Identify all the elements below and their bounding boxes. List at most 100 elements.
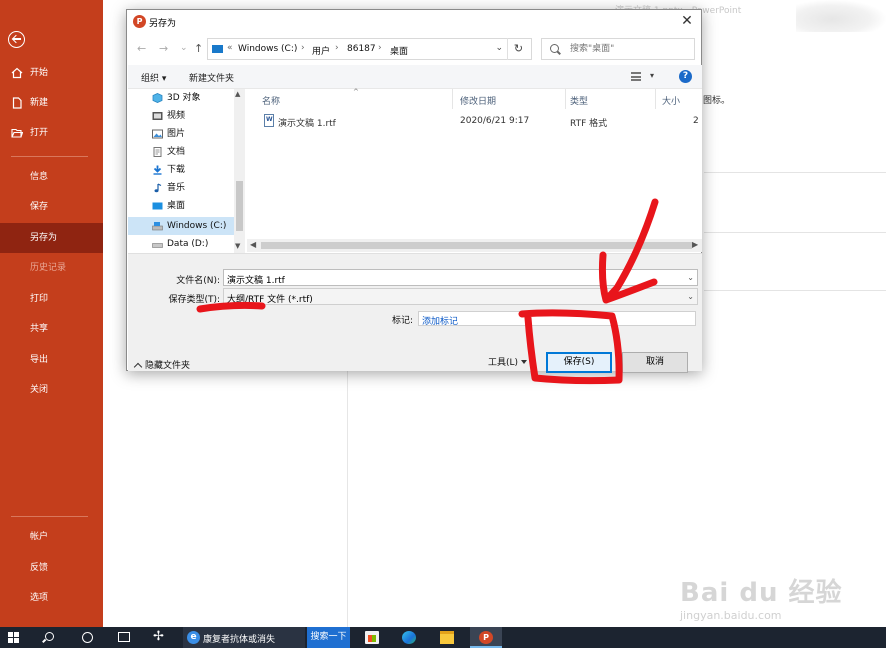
file-type: RTF 格式	[570, 119, 608, 129]
desktop-icon	[152, 202, 163, 210]
chevron-up-icon	[133, 362, 143, 372]
scroll-right-icon[interactable]: ▶	[692, 240, 698, 249]
navigation-bar: ← → ⌄ ↑ « Windows (C:) › 用户 › 86187 › 桌面…	[127, 36, 701, 62]
view-dropdown[interactable]: ▾	[650, 71, 654, 80]
hide-folders-toggle[interactable]: 隐藏文件夹	[133, 358, 190, 372]
file-list: ^ 名称 修改日期 类型 大小 演示文稿 1.rtf 2020/6/21 9:1…	[247, 88, 702, 239]
sidebar-item-label: 打开	[30, 128, 49, 138]
fan-icon[interactable]: ✢	[153, 630, 164, 644]
sidebar-item-label: 反馈	[30, 563, 49, 573]
chevron-down-icon[interactable]: ⌄	[495, 43, 503, 53]
computer-icon	[212, 45, 223, 53]
cancel-button[interactable]: 取消	[622, 352, 688, 373]
sidebar-item-history: 历史记录	[0, 253, 103, 283]
file-explorer-icon[interactable]	[440, 631, 454, 644]
address-segment[interactable]: 86187	[347, 44, 376, 54]
forward-button[interactable]: →	[159, 42, 168, 55]
tags-input[interactable]: 添加标记	[418, 311, 696, 327]
tree-item-label: Data (D:)	[167, 239, 209, 249]
column-header-size[interactable]: 大小	[662, 94, 680, 107]
address-segment[interactable]: 用户	[312, 44, 330, 57]
column-separator[interactable]	[565, 89, 566, 109]
column-header-name[interactable]: 名称	[262, 94, 280, 107]
address-overflow[interactable]: «	[227, 43, 233, 53]
scroll-thumb[interactable]	[261, 242, 692, 249]
help-icon[interactable]: ?	[679, 70, 692, 83]
search-box[interactable]	[541, 38, 695, 60]
sidebar-item-info[interactable]: 信息	[0, 162, 103, 192]
close-icon[interactable]: ✕	[679, 13, 695, 29]
back-arrow-icon[interactable]	[8, 31, 25, 48]
up-button[interactable]: ↑	[194, 42, 203, 55]
sidebar-item-print[interactable]: 打印	[0, 284, 103, 314]
tree-item-pictures[interactable]: 图片	[128, 125, 234, 143]
sidebar-item-account[interactable]: 帐户	[0, 522, 103, 552]
tree-item-windows-c[interactable]: Windows (C:)	[128, 217, 234, 235]
organize-button[interactable]: 组织 ▾	[141, 71, 166, 84]
tree-item-downloads[interactable]: 下载	[128, 161, 234, 179]
tree-item-documents[interactable]: 文档	[128, 143, 234, 161]
chevron-down-icon[interactable]: ⌄	[687, 292, 694, 301]
search-input[interactable]	[570, 42, 690, 56]
tags-label: 标记:	[391, 316, 413, 326]
taskbar-search-button[interactable]: 搜索一下	[307, 627, 350, 648]
chevron-down-icon[interactable]: ⌄	[687, 273, 694, 282]
tree-item-data-d[interactable]: Data (D:)	[128, 235, 234, 253]
file-list-horizontal-scrollbar[interactable]: ◀ ▶	[247, 239, 702, 252]
taskbar-powerpoint[interactable]: P	[470, 627, 502, 648]
filetype-select[interactable]: 大纲/RTF 文件 (*.rtf) ⌄	[223, 288, 698, 305]
view-options-icon[interactable]	[631, 72, 641, 81]
tree-item-music[interactable]: 音乐	[128, 179, 234, 197]
tree-scrollbar[interactable]: ▲ ▼	[234, 89, 245, 253]
task-view-icon[interactable]	[118, 632, 130, 642]
cortana-icon[interactable]	[82, 632, 93, 643]
scroll-thumb[interactable]	[236, 181, 243, 231]
address-segment[interactable]: Windows (C:)	[238, 44, 297, 54]
taskbar-news-item[interactable]: e 康复者抗体或消失	[183, 627, 305, 648]
scroll-left-icon[interactable]: ◀	[250, 240, 256, 249]
filename-value[interactable]: 演示文稿 1.rtf	[227, 273, 285, 286]
edge-icon[interactable]	[402, 631, 416, 644]
sidebar-divider	[11, 516, 88, 517]
table-row[interactable]: 演示文稿 1.rtf 2020/6/21 9:17 RTF 格式 2	[247, 111, 702, 131]
address-bar[interactable]: « Windows (C:) › 用户 › 86187 › 桌面 ⌄	[207, 38, 532, 60]
address-segment[interactable]: 桌面	[390, 44, 408, 57]
filename-field[interactable]: 演示文稿 1.rtf ⌄	[223, 269, 698, 286]
column-separator[interactable]	[452, 89, 453, 109]
column-separator[interactable]	[655, 89, 656, 109]
start-icon[interactable]	[8, 632, 20, 644]
sidebar-item-label: 另存为	[30, 233, 58, 243]
sidebar-item-feedback[interactable]: 反馈	[0, 553, 103, 583]
sidebar-item-open[interactable]: 打开	[0, 118, 103, 148]
tree-item-videos[interactable]: 视频	[128, 107, 234, 125]
new-folder-button[interactable]: 新建文件夹	[189, 71, 234, 84]
baidu-watermark-url: jingyan.baidu.com	[680, 609, 782, 622]
sidebar-item-home[interactable]: 开始	[0, 58, 103, 88]
column-header-modified[interactable]: 修改日期	[460, 94, 496, 107]
tags-value[interactable]: 添加标记	[422, 314, 458, 327]
dialog-titlebar[interactable]: P 另存为 ✕	[127, 10, 701, 34]
column-header-type[interactable]: 类型	[570, 94, 588, 107]
tree-item-3d-objects[interactable]: 3D 对象	[128, 89, 234, 107]
scroll-up-icon[interactable]: ▲	[235, 90, 240, 98]
recent-locations-button[interactable]: ⌄	[180, 43, 188, 53]
sidebar-item-new[interactable]: 新建	[0, 88, 103, 118]
section-divider	[704, 172, 886, 173]
sidebar-item-share[interactable]: 共享	[0, 314, 103, 344]
sidebar-item-options[interactable]: 选项	[0, 583, 103, 613]
save-button[interactable]: 保存(S)	[546, 352, 612, 373]
sidebar-item-save[interactable]: 保存	[0, 192, 103, 222]
search-icon[interactable]	[45, 632, 54, 641]
sidebar-item-export[interactable]: 导出	[0, 345, 103, 375]
tools-button[interactable]: 工具(L)	[488, 355, 527, 368]
scroll-down-icon[interactable]: ▼	[235, 242, 240, 250]
windows-taskbar: ✢ e 康复者抗体或消失 搜索一下 P	[0, 627, 886, 648]
store-icon[interactable]	[365, 631, 379, 644]
new-document-icon	[12, 97, 22, 109]
tree-item-label: 音乐	[167, 183, 186, 193]
refresh-icon[interactable]: ↻	[507, 38, 529, 60]
sidebar-item-save-as[interactable]: 另存为	[0, 223, 103, 253]
tree-item-desktop[interactable]: 桌面	[128, 197, 234, 215]
sidebar-item-close[interactable]: 关闭	[0, 375, 103, 405]
back-button[interactable]: ←	[137, 42, 146, 55]
